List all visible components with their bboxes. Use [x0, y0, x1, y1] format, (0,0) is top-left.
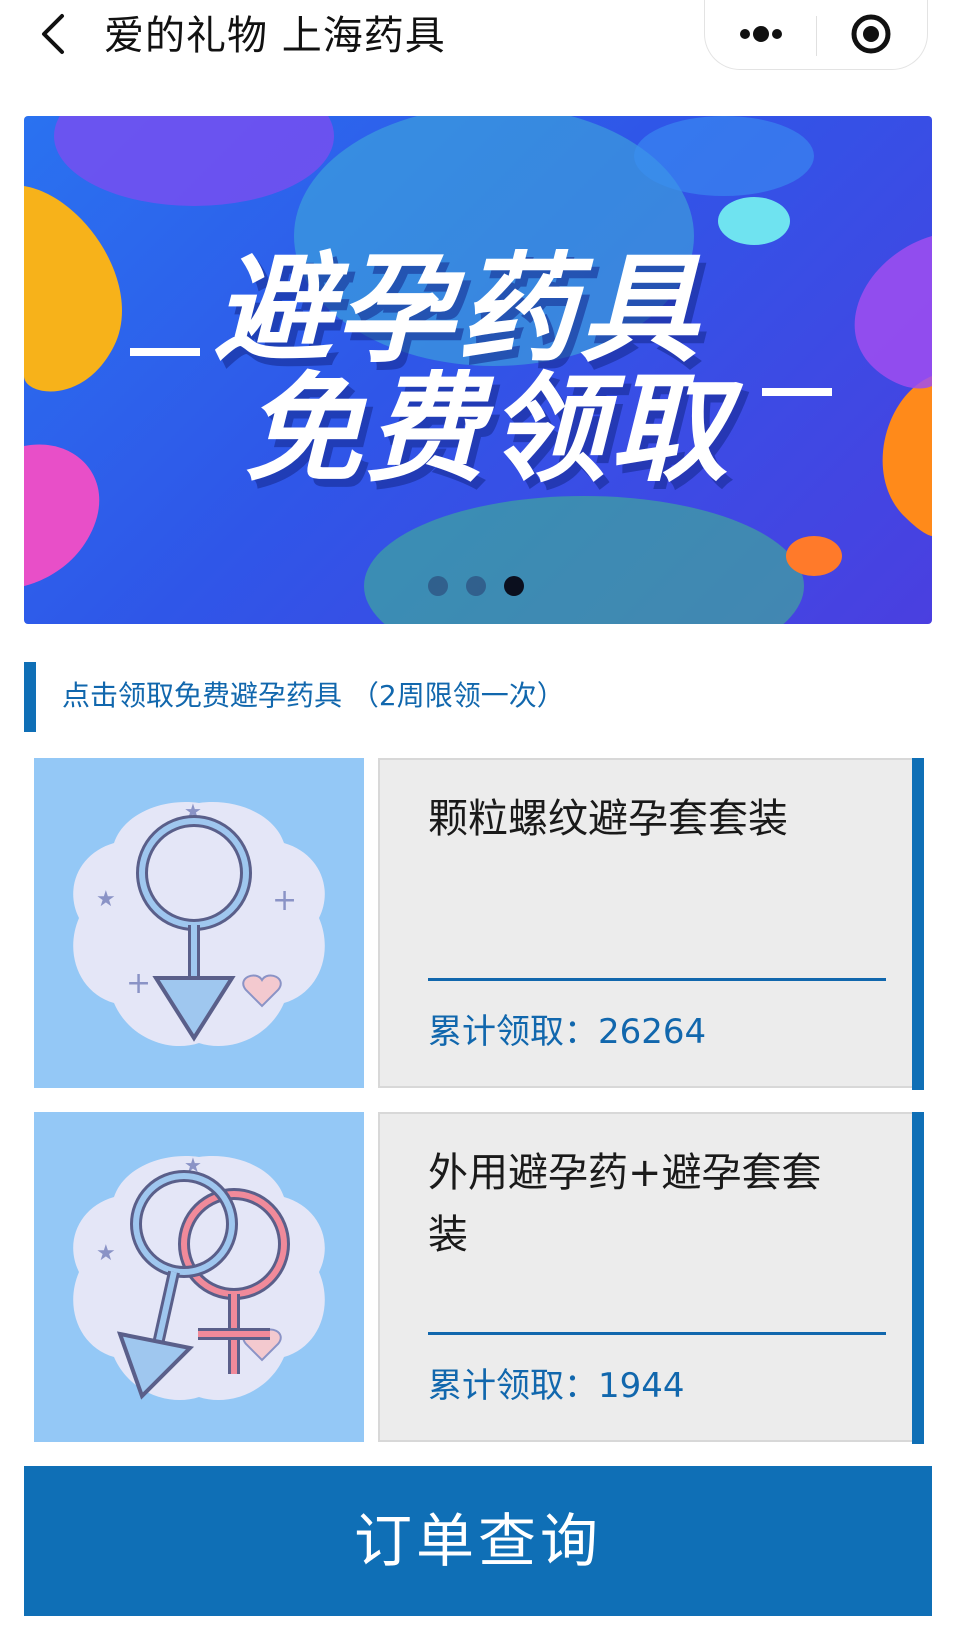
- svg-text:★: ★: [96, 887, 116, 912]
- male-female-symbol-icon: ★ ★: [73, 1153, 325, 1401]
- product-name: 外用避孕药+避孕套套装: [428, 1150, 822, 1258]
- section-accent-bar: [24, 662, 36, 732]
- carousel-dot-3[interactable]: [504, 576, 524, 596]
- order-query-label: 订单查询: [353, 1507, 602, 1575]
- page-title: 爱的礼物 上海药具: [104, 13, 446, 59]
- product-name: 颗粒螺纹避孕套套装: [428, 796, 788, 842]
- product-card-1[interactable]: ★ ★ + + 颗粒螺纹避孕套套装 累计领取：26264: [34, 758, 924, 1090]
- section-heading: 点击领取免费避孕药具 （2周限领一次）: [24, 662, 924, 732]
- card-divider: [428, 1332, 886, 1335]
- product-info-2: 外用避孕药+避孕套套装 累计领取：1944: [378, 1112, 924, 1444]
- carousel-indicators: [428, 576, 524, 596]
- svg-text:+: +: [126, 966, 151, 1001]
- back-icon[interactable]: [36, 12, 76, 56]
- claim-count-label: 累计领取：: [428, 1366, 598, 1406]
- card-divider: [428, 978, 886, 981]
- close-mini-program-icon[interactable]: [817, 0, 927, 70]
- banner-dash-right: [762, 388, 832, 396]
- card-accent-bar: [912, 1112, 924, 1444]
- claim-count-value: 26264: [598, 1012, 707, 1052]
- carousel-dot-1[interactable]: [428, 576, 448, 596]
- claim-count: 累计领取：1944: [428, 1362, 685, 1410]
- claim-count-value: 1944: [598, 1366, 685, 1406]
- svg-text:+: +: [272, 883, 297, 918]
- banner-headline-line2: 免费领取: [244, 360, 733, 498]
- product-thumbnail-2: ★ ★: [34, 1112, 364, 1442]
- carousel-dot-2[interactable]: [466, 576, 486, 596]
- banner-headline-line1: 避孕药具: [214, 240, 703, 378]
- nav-bar: 爱的礼物 上海药具: [0, 0, 956, 96]
- claim-count: 累计领取：26264: [428, 1008, 706, 1056]
- banner-carousel[interactable]: 避孕药具 免费领取: [24, 116, 932, 624]
- product-thumbnail-1: ★ ★ + +: [34, 758, 364, 1088]
- banner-dash-left: [130, 348, 200, 356]
- claim-count-label: 累计领取：: [428, 1012, 598, 1052]
- order-query-button[interactable]: 订单查询: [24, 1466, 932, 1616]
- card-accent-bar: [912, 758, 924, 1090]
- male-symbol-icon: ★ ★ + +: [73, 799, 325, 1047]
- svg-text:★: ★: [96, 1241, 116, 1266]
- more-icon[interactable]: [705, 0, 815, 70]
- product-card-2[interactable]: ★ ★ 外用避孕药+避孕套套装 累计领取：1944: [34, 1112, 924, 1444]
- section-heading-text: 点击领取免费避孕药具 （2周限领一次）: [62, 679, 565, 712]
- mini-program-capsule: [704, 0, 928, 70]
- product-info-1: 颗粒螺纹避孕套套装 累计领取：26264: [378, 758, 924, 1090]
